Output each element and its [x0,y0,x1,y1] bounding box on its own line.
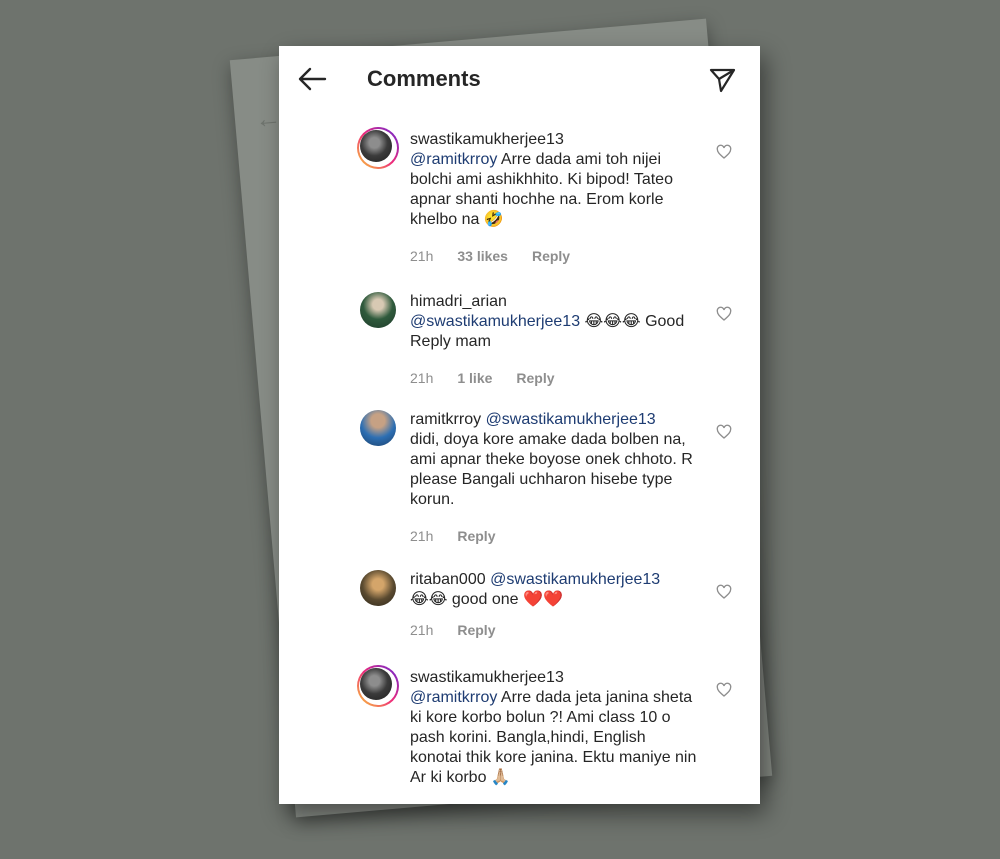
comment-mention[interactable]: @ramitkrroy [410,689,497,706]
comment-likes[interactable]: 1 like [457,368,492,388]
comments-screen: Comments swastikamukherjee13 @ramitkrroy… [279,46,760,804]
like-heart-icon[interactable] [716,424,732,440]
comment-time: 21h [410,528,434,544]
avatar[interactable] [357,127,399,169]
header: Comments [279,46,760,112]
like-heart-icon[interactable] [716,584,732,600]
back-arrow-icon[interactable] [297,66,327,92]
comment-mention[interactable]: @swastikamukherjee13 [490,571,660,588]
avatar[interactable] [360,570,396,606]
reply-button[interactable]: Reply [457,620,495,640]
comment-text: didi, doya kore amake dada bolben na, am… [410,431,693,508]
comment-username[interactable]: swastikamukherjee13 [410,668,700,688]
like-heart-icon[interactable] [716,306,732,322]
avatar[interactable] [360,292,396,328]
send-icon[interactable] [708,66,736,94]
comment-mention[interactable]: @ramitkrroy [410,151,497,168]
comment-username[interactable]: ramitkrroy [410,411,481,428]
comment-text: 😂😂 good one ❤️❤️ [410,591,563,608]
page-title: Comments [367,66,481,91]
reply-button[interactable]: Reply [516,368,554,388]
reply-button[interactable]: Reply [457,526,495,546]
comment-time: 21h [410,622,434,638]
comment-time: 21h [410,370,434,386]
avatar[interactable] [357,665,399,707]
like-heart-icon[interactable] [716,682,732,698]
comment-mention[interactable]: @swastikamukherjee13 [486,411,656,428]
avatar[interactable] [360,410,396,446]
reply-button[interactable]: Reply [532,246,570,266]
comment-username[interactable]: ritaban000 [410,571,486,588]
comment-mention[interactable]: @swastikamukherjee13 [410,313,580,330]
comment-username[interactable]: himadri_arian [410,292,700,312]
like-heart-icon[interactable] [716,144,732,160]
comment-likes[interactable]: 33 likes [457,246,508,266]
comment-time: 21h [410,248,434,264]
comment-username[interactable]: swastikamukherjee13 [410,130,700,150]
